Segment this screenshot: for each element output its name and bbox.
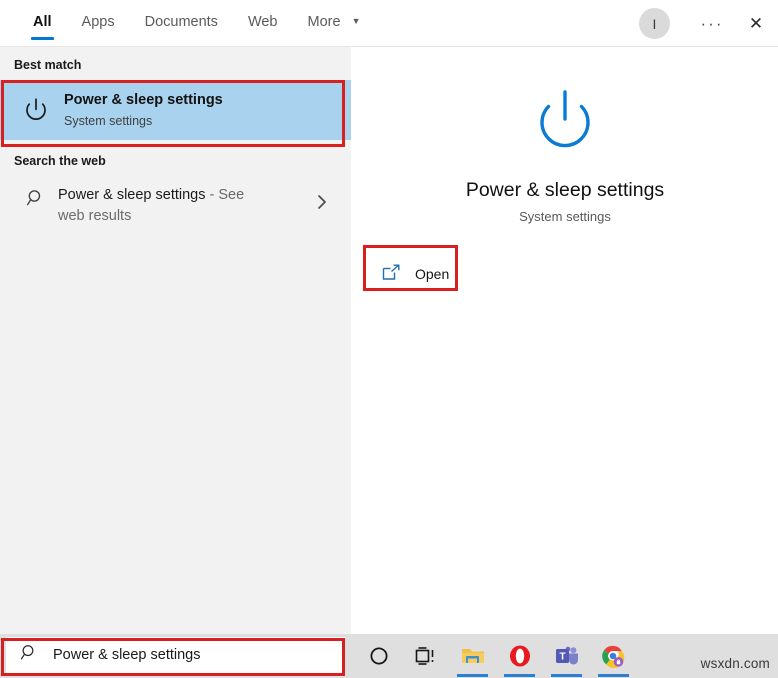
windows-search-flyout: All Apps Documents Web More ▼ I ··· ✕ Be… <box>0 0 778 678</box>
tab-apps[interactable]: Apps <box>67 0 130 47</box>
tab-all[interactable]: All <box>18 0 67 47</box>
chevron-right-icon[interactable] <box>317 194 327 214</box>
open-button-label: Open <box>415 266 450 282</box>
close-button[interactable]: ✕ <box>734 0 778 47</box>
tab-list: All Apps Documents Web More ▼ <box>18 0 376 47</box>
preview-panel: Power & sleep settings System settings O… <box>352 47 778 634</box>
tab-web[interactable]: Web <box>233 0 293 47</box>
power-icon-large <box>352 85 778 159</box>
tab-documents[interactable]: Documents <box>130 0 233 47</box>
tab-documents-label: Documents <box>144 14 218 30</box>
microsoft-teams-icon[interactable]: T <box>543 634 590 678</box>
open-external-icon <box>382 264 401 284</box>
svg-text:T: T <box>559 652 565 663</box>
search-input[interactable]: Power & sleep settings <box>6 637 345 673</box>
google-chrome-icon[interactable] <box>590 634 637 678</box>
result-title: Power & sleep settings <box>64 91 223 108</box>
web-result-item[interactable]: Power & sleep settings - See web results <box>0 176 351 233</box>
ellipsis-icon: ··· <box>700 13 724 33</box>
search-input-value: Power & sleep settings <box>53 647 201 663</box>
taskbar: Power & sleep settings T wsxdn.com <box>0 634 778 678</box>
tab-more-label: More <box>307 14 341 30</box>
result-text: Power & sleep settings System settings <box>58 91 223 130</box>
preview-title: Power & sleep settings <box>465 179 665 201</box>
avatar-initial: I <box>652 15 657 32</box>
taskbar-icons: T <box>355 634 637 678</box>
search-the-web-heading: Search the web <box>14 154 106 168</box>
tab-web-label: Web <box>247 14 278 30</box>
best-match-heading: Best match <box>14 58 82 72</box>
preview-hero: Power & sleep settings System settings <box>352 47 778 224</box>
result-subtitle: System settings <box>64 113 153 128</box>
preview-subtitle: System settings <box>519 209 611 224</box>
search-icon <box>14 182 58 208</box>
power-icon <box>14 96 58 124</box>
result-item-power-sleep-settings[interactable]: Power & sleep settings System settings <box>0 80 351 140</box>
watermark: wsxdn.com <box>700 656 770 671</box>
search-tab-bar: All Apps Documents Web More ▼ I ··· ✕ <box>0 0 778 47</box>
task-view-icon[interactable] <box>402 634 449 678</box>
opera-icon[interactable] <box>496 634 543 678</box>
cortana-icon[interactable] <box>355 634 402 678</box>
tab-apps-label: Apps <box>81 14 115 30</box>
avatar[interactable]: I <box>639 8 670 39</box>
tab-more[interactable]: More ▼ <box>293 0 376 47</box>
file-explorer-icon[interactable] <box>449 634 496 678</box>
tab-all-label: All <box>33 14 52 30</box>
search-icon <box>20 643 39 667</box>
preview-actions: Open <box>352 256 778 292</box>
chevron-down-icon: ▼ <box>351 16 361 26</box>
web-result-text: Power & sleep settings - See web results <box>58 182 258 227</box>
more-options-button[interactable]: ··· <box>690 0 734 47</box>
open-button[interactable]: Open <box>366 256 472 292</box>
window-controls: I ··· ✕ <box>639 0 778 47</box>
web-result-query: Power & sleep settings <box>58 187 206 203</box>
results-panel: Best match Power & sleep settings System… <box>0 47 351 634</box>
close-icon: ✕ <box>748 13 764 33</box>
